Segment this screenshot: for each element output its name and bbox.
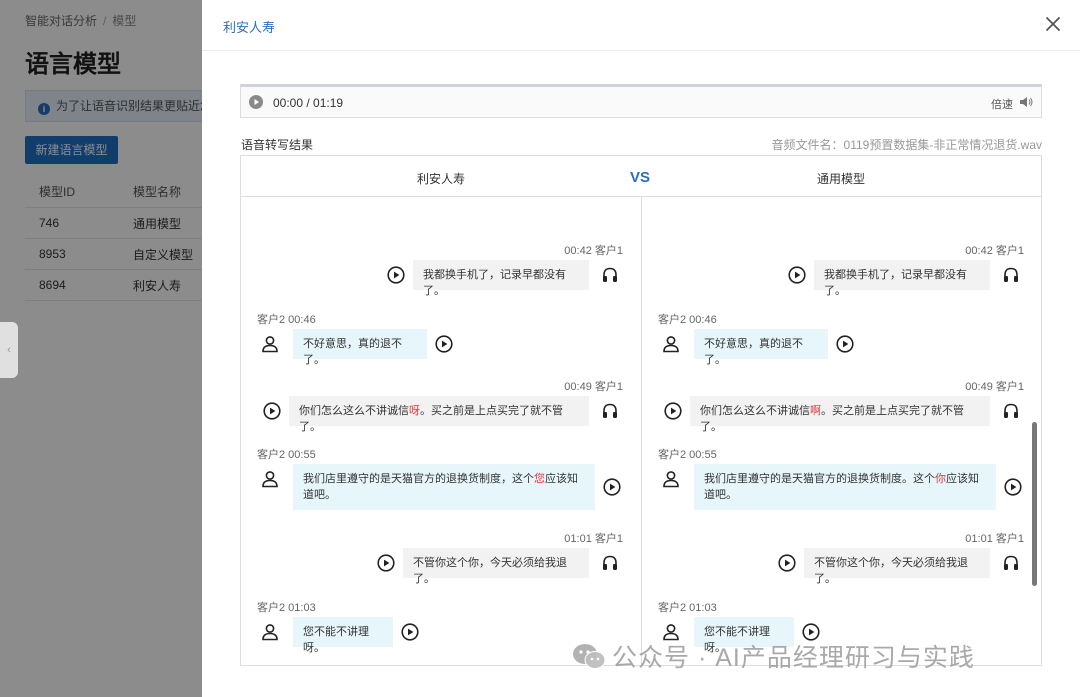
play-segment-icon[interactable] <box>664 402 682 420</box>
message-bubble: 我们店里遵守的是天猫官方的退换货制度，这个您应该知道吧。 <box>293 464 595 510</box>
play-segment-icon[interactable] <box>788 266 806 284</box>
message-bubble: 我们店里遵守的是天猫官方的退换货制度。这个你应该知道吧。 <box>694 464 996 510</box>
user-avatar-icon <box>663 336 679 353</box>
message-meta: 00:49 客户1 <box>965 381 1024 393</box>
right-model-name: 通用模型 <box>816 172 865 186</box>
message-meta: 01:01 客户1 <box>965 533 1024 545</box>
headset-icon <box>603 267 617 282</box>
headset-icon <box>1004 555 1018 570</box>
highlighted-word: 您 <box>534 473 545 485</box>
play-segment-icon[interactable] <box>778 554 796 572</box>
scrollbar-thumb[interactable] <box>1032 422 1037 586</box>
message-meta: 客户2 00:55 <box>658 449 717 461</box>
message-meta: 客户2 00:55 <box>257 449 316 461</box>
highlighted-word: 呀 <box>409 405 420 417</box>
drawer-header: 利安人寿 <box>202 0 1080 51</box>
message-meta: 客户2 00:46 <box>658 314 717 326</box>
watermark-text: 公众号 · AI产品经理研习与实践 <box>612 644 975 672</box>
play-segment-icon[interactable] <box>603 478 621 496</box>
user-avatar-icon <box>262 624 278 641</box>
play-segment-icon[interactable] <box>377 554 395 572</box>
play-segment-icon[interactable] <box>836 335 854 353</box>
highlighted-word: 啊 <box>810 405 821 417</box>
headset-icon <box>1004 403 1018 418</box>
message-bubble: 不管你这个你，今天必须给我退了。 <box>403 548 589 585</box>
headset-icon <box>603 403 617 418</box>
message-meta: 00:42 客户1 <box>564 245 623 257</box>
user-avatar-icon <box>262 471 278 488</box>
message-bubble: 不管你这个你，今天必须给我退了。 <box>804 548 990 585</box>
playback-speed-button[interactable]: 倍速 <box>991 96 1013 112</box>
message-bubble: 你们怎么这么不讲诚信呀。买之前是上点买完了就不管了。 <box>289 396 589 433</box>
message-bubble: 我都换手机了，记录早都没有了。 <box>814 260 990 297</box>
playback-time: 00:00 / 01:19 <box>273 96 344 110</box>
play-segment-icon[interactable] <box>387 266 405 284</box>
play-icon[interactable] <box>249 95 263 109</box>
message-bubble: 不好意思，真的退不了。 <box>293 329 427 366</box>
left-transcript-column[interactable]: 提供一下。00:42 客户1我都换手机了，记录早都没有了。客户2 00:46不好… <box>241 156 641 665</box>
message-meta: 客户2 01:03 <box>658 602 717 614</box>
collapse-handle[interactable]: ‹ <box>0 322 18 378</box>
chevron-left-icon: ‹ <box>7 344 11 356</box>
message-meta: 01:01 客户1 <box>564 533 623 545</box>
message-meta: 客户2 00:46 <box>257 314 316 326</box>
drawer-title: 利安人寿 <box>223 20 276 35</box>
close-icon[interactable] <box>1044 15 1062 33</box>
play-segment-icon[interactable] <box>401 623 419 641</box>
watermark: 公众号 · AI产品经理研习与实践 <box>572 638 1052 674</box>
message-bubble: 您不能不讲理呀。 <box>293 617 393 654</box>
highlighted-word: 你 <box>935 473 946 485</box>
message-bubble: 我都换手机了，记录早都没有了。 <box>413 260 589 297</box>
headset-icon <box>1004 267 1018 282</box>
comparison-panel: 利安人寿 VS 通用模型 提供一下。00:42 客户1我都换手机了，记录早都没有… <box>240 155 1042 666</box>
play-segment-icon[interactable] <box>263 402 281 420</box>
audio-player: 00:00 / 01:19 倍速 <box>240 84 1042 118</box>
audio-file-name: 音频文件名：0119预置数据集-非正常情况退货.wav <box>771 138 1042 152</box>
play-segment-icon[interactable] <box>1004 478 1022 496</box>
message-meta: 00:49 客户1 <box>564 381 623 393</box>
headset-icon <box>603 555 617 570</box>
comparison-drawer: 利安人寿 00:00 / 01:19 倍速 语音转写结果 音频文件名：0119预… <box>202 0 1080 697</box>
message-meta: 00:42 客户1 <box>965 245 1024 257</box>
wechat-icon <box>573 644 606 669</box>
volume-icon[interactable] <box>1019 96 1033 108</box>
message-bubble: 不好意思，真的退不了。 <box>694 329 828 366</box>
message-bubble: 你们怎么这么不讲诚信啊。买之前是上点买完了就不管了。 <box>690 396 990 433</box>
message-meta: 客户2 01:03 <box>257 602 316 614</box>
user-avatar-icon <box>663 471 679 488</box>
play-segment-icon[interactable] <box>435 335 453 353</box>
comparison-header: 利安人寿 VS 通用模型 <box>241 156 1041 197</box>
user-avatar-icon <box>262 336 278 353</box>
right-transcript-column[interactable]: 提供一下。00:42 客户1我都换手机了，记录早都没有了。客户2 00:46不好… <box>642 156 1041 665</box>
transcription-result-label: 语音转写结果 <box>241 138 314 152</box>
left-model-name: 利安人寿 <box>416 172 465 186</box>
